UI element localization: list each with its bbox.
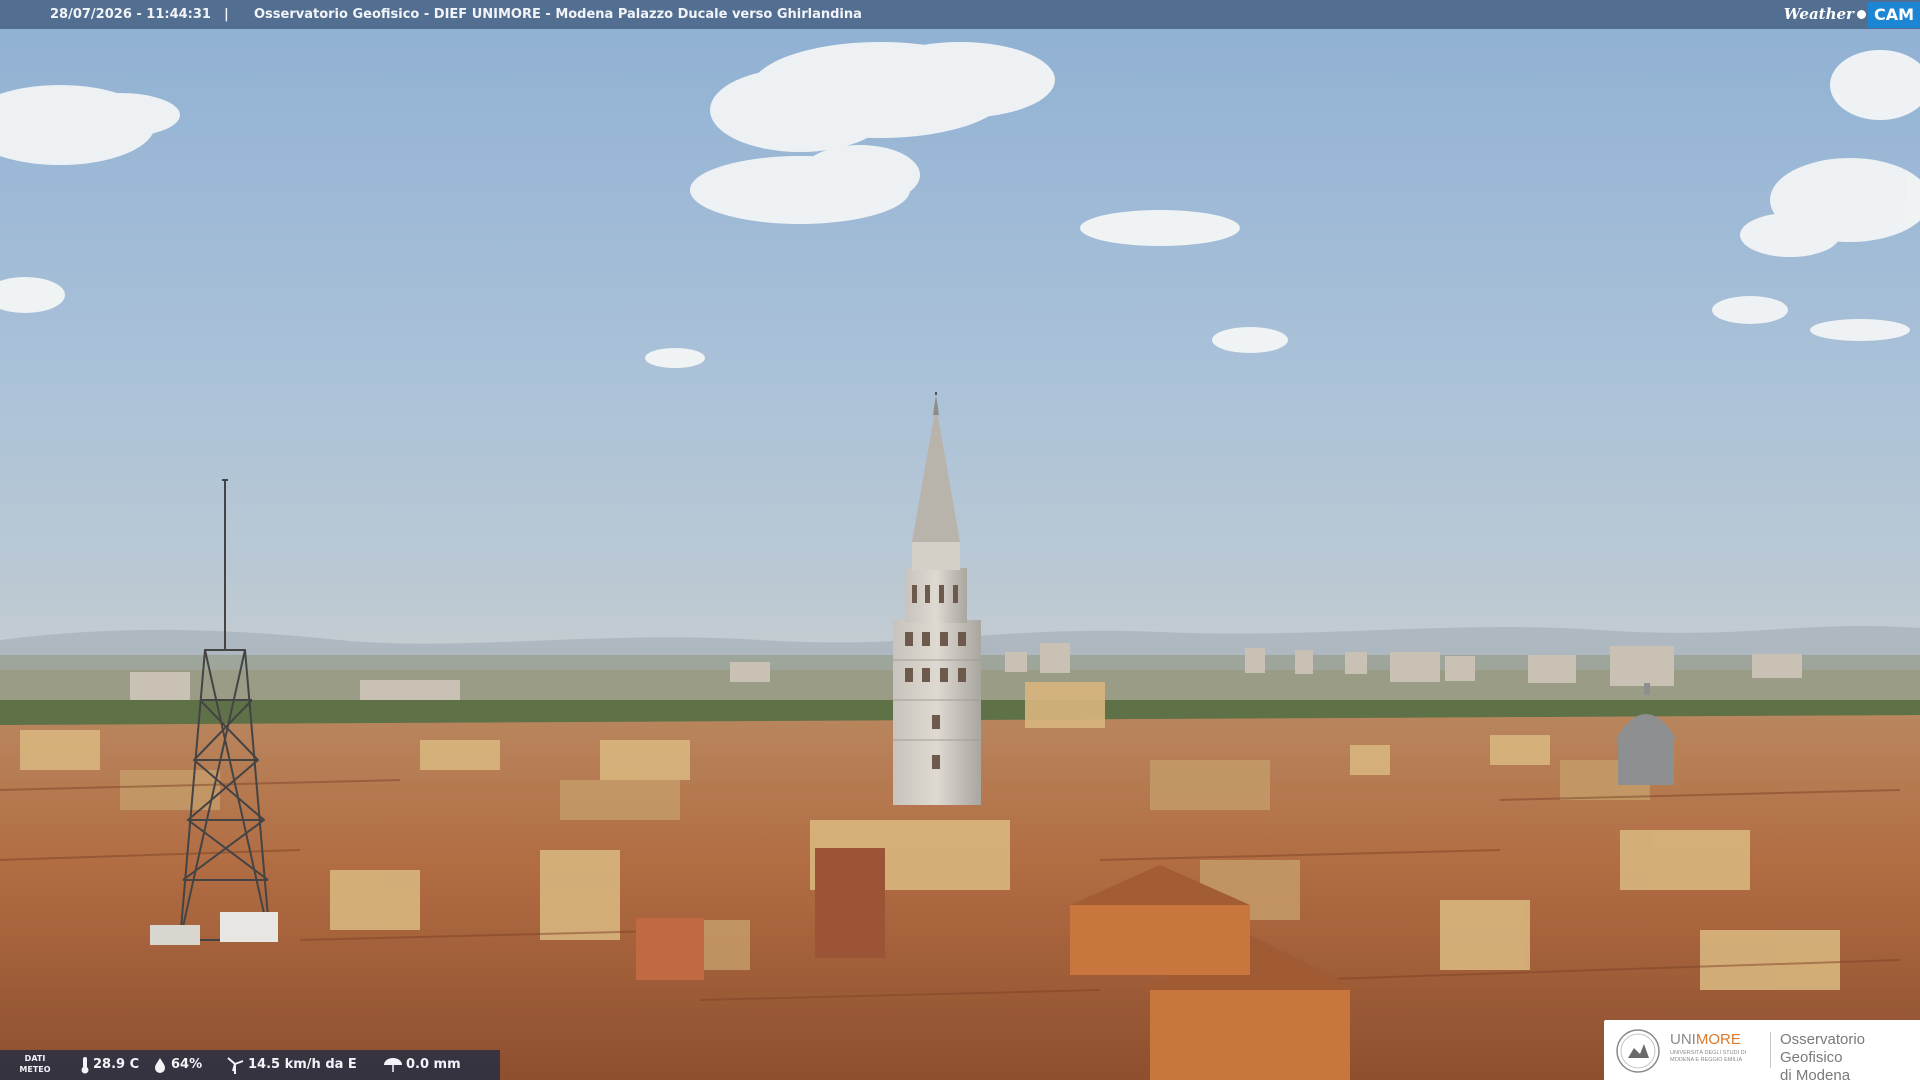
logo-divider <box>1770 1032 1771 1068</box>
cam-brand-text: CAM <box>1867 1 1920 28</box>
rain-readout: 0.0 mm <box>383 1050 461 1080</box>
webcam-image <box>0 42 1920 1080</box>
ghirlandina-tower <box>893 392 981 805</box>
observatory-name: Osservatorio Geofisico di Modena <box>1780 1031 1920 1080</box>
umbrella-icon <box>384 1058 402 1072</box>
brand-dot-icon <box>1856 10 1866 19</box>
weathercam-logo: Weather CAM <box>1784 0 1920 29</box>
university-name-suffix: MORE <box>1695 1031 1741 1048</box>
weather-data-label-line2: METEO <box>19 1065 51 1074</box>
unimore-logo-box: UNIMORE UNIVERSITÀ DEGLI STUDI DI MODENA… <box>1604 1020 1920 1080</box>
observatory-name-line1: Osservatorio Geofisico <box>1780 1031 1866 1066</box>
temperature-readout: 28.9 C <box>80 1050 139 1080</box>
university-name-prefix: UNI <box>1670 1031 1696 1048</box>
rain-value: 0.0 mm <box>406 1057 461 1072</box>
camera-title: Osservatorio Geofisico - DIEF UNIMORE - … <box>254 7 862 22</box>
weather-data-label-line1: DATI <box>24 1054 46 1063</box>
separator: | <box>224 7 229 22</box>
weather-data-label: DATI METEO <box>18 1053 52 1075</box>
humidity-readout: 64% <box>152 1050 202 1080</box>
university-subtitle: UNIVERSITÀ DEGLI STUDI DI MODENA E REGGI… <box>1670 1050 1747 1063</box>
wind-readout: 14.5 km/h da E <box>225 1050 357 1080</box>
wind-turbine-icon <box>227 1057 244 1074</box>
clouds <box>0 42 1920 368</box>
thermometer-icon <box>81 1057 89 1074</box>
humidity-value: 64% <box>171 1057 203 1072</box>
top-overlay-bar: 28/07/2026 - 11:44:31 | Osservatorio Geo… <box>0 0 1920 29</box>
timestamp: 28/07/2026 - 11:44:31 <box>50 7 211 22</box>
temperature-value: 28.9 C <box>93 1057 140 1072</box>
wind-value: 14.5 km/h da E <box>248 1057 357 1072</box>
webcam-frame: 28/07/2026 - 11:44:31 | Osservatorio Geo… <box>0 0 1920 1080</box>
university-name: UNIMORE <box>1670 1031 1741 1048</box>
humidity-drop-icon <box>155 1058 165 1073</box>
observatory-name-line2: di Modena <box>1780 1067 1851 1080</box>
university-crest-icon <box>1616 1029 1660 1073</box>
weather-brand-text: Weather <box>1783 5 1854 23</box>
weather-data-bar: DATI METEO 28.9 C 64% 14.5 km/h da E 0.0… <box>0 1050 500 1080</box>
